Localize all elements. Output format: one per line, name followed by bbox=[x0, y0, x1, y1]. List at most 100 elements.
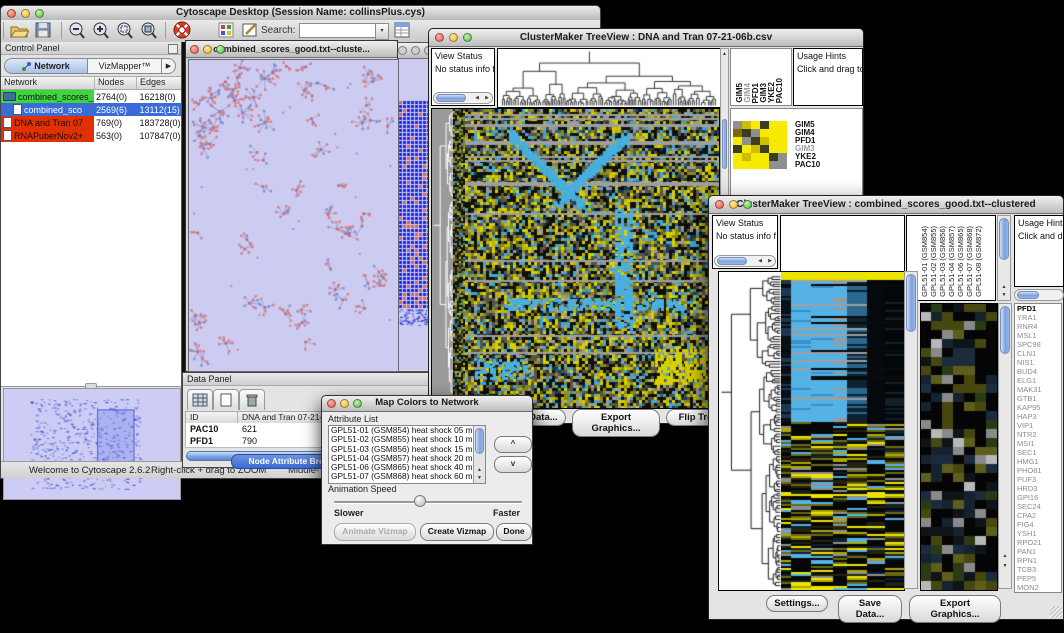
scroll-right-icon[interactable]: ▶ bbox=[765, 256, 775, 266]
gene-label[interactable]: FIG4 bbox=[1017, 520, 1061, 529]
scroll-down-icon[interactable]: ▼ bbox=[474, 474, 485, 482]
heatmap-canvas[interactable] bbox=[465, 108, 720, 409]
resize-grip[interactable] bbox=[1050, 606, 1062, 618]
float-panel-icon[interactable] bbox=[168, 44, 178, 54]
gene-label[interactable]: PUF3 bbox=[1017, 475, 1061, 484]
zoom-selected-icon[interactable] bbox=[115, 21, 137, 40]
heatmap-scrollbar[interactable] bbox=[904, 271, 918, 589]
close-button[interactable] bbox=[435, 33, 444, 42]
gene-label[interactable]: PEP5 bbox=[1017, 574, 1061, 583]
status-scrollbar[interactable]: ◀ ▶ bbox=[714, 255, 776, 267]
open-file-icon[interactable] bbox=[9, 21, 31, 40]
column-label[interactable]: PAC10 bbox=[775, 78, 784, 103]
list-scrollbar[interactable]: ▲ ▼ bbox=[473, 426, 485, 483]
minimize-button[interactable] bbox=[340, 399, 349, 408]
detail-scrollbar[interactable]: ▲ ▼ bbox=[998, 303, 1012, 589]
delete-attribute-icon[interactable] bbox=[239, 389, 265, 410]
zoom-window-button[interactable] bbox=[216, 45, 225, 54]
tab-network[interactable]: Network bbox=[4, 58, 88, 74]
column-label[interactable]: GPL51-08 (GSM872) bbox=[974, 226, 983, 297]
zoom-fit-icon[interactable] bbox=[139, 21, 161, 40]
animation-slider-thumb[interactable] bbox=[414, 495, 426, 507]
gene-label[interactable]: CLN1 bbox=[1017, 349, 1061, 358]
gene-label[interactable]: KAP95 bbox=[1017, 403, 1061, 412]
search-input[interactable] bbox=[299, 23, 377, 38]
close-button[interactable] bbox=[327, 399, 336, 408]
minimize-button[interactable] bbox=[449, 33, 458, 42]
gene-label[interactable]: GTB1 bbox=[1017, 394, 1061, 403]
scroll-thumb[interactable] bbox=[1000, 306, 1010, 354]
row-dendrogram-canvas[interactable] bbox=[431, 108, 455, 409]
row-dendrogram-canvas[interactable] bbox=[718, 271, 783, 591]
column-header[interactable]: Edges bbox=[137, 77, 181, 89]
window-title-bar[interactable] bbox=[394, 43, 431, 59]
network-list-row[interactable]: combined_sco2569(6)13112(15) bbox=[1, 103, 181, 116]
close-button[interactable] bbox=[398, 46, 407, 55]
animation-slider-track[interactable] bbox=[334, 501, 522, 504]
scroll-thumb[interactable] bbox=[436, 94, 466, 102]
scroll-thumb[interactable] bbox=[722, 119, 727, 169]
animate-vizmap-button[interactable]: Animate Vizmap bbox=[334, 523, 416, 541]
done-button[interactable]: Done bbox=[496, 523, 532, 541]
column-label[interactable]: GPL51-02 (GSM855) bbox=[929, 226, 938, 297]
scroll-thumb[interactable] bbox=[717, 257, 747, 265]
gene-label[interactable]: YSH1 bbox=[1017, 529, 1061, 538]
zoom-in-icon[interactable] bbox=[91, 21, 113, 40]
birdseye-overview-canvas[interactable] bbox=[3, 388, 181, 500]
gene-label[interactable]: MAK31 bbox=[1017, 385, 1061, 394]
move-up-button[interactable]: ^ bbox=[494, 436, 532, 453]
scroll-thumb[interactable] bbox=[1017, 291, 1039, 299]
export-graphics-button[interactable]: Export Graphics... bbox=[909, 595, 1001, 623]
window-title-bar[interactable]: combined_scores_good.txt--cluste... bbox=[186, 41, 397, 58]
column-label[interactable]: GPL51-01 (GSM854) bbox=[920, 226, 929, 297]
gene-label[interactable]: BUD4 bbox=[1017, 367, 1061, 376]
network-list-row[interactable]: RNAPuberNov2+563(0)107847(0) bbox=[1, 129, 181, 142]
column-label[interactable]: GPL51-03 (GSM856) bbox=[938, 226, 947, 297]
network-grid-canvas[interactable] bbox=[396, 59, 431, 370]
zoom-window-button[interactable] bbox=[35, 9, 44, 18]
gene-label[interactable]: SEC24 bbox=[1017, 502, 1061, 511]
attribute-list-item[interactable]: GPL51-07 (GSM868) heat shock 60 min bbox=[329, 472, 485, 481]
gene-label[interactable]: HAP3 bbox=[1017, 412, 1061, 421]
gene-label[interactable]: PAN1 bbox=[1017, 547, 1061, 556]
scroll-thumb[interactable] bbox=[906, 274, 916, 332]
column-header[interactable]: Network bbox=[1, 77, 95, 89]
scroll-down-icon[interactable]: ▼ bbox=[999, 562, 1011, 570]
scroll-left-icon[interactable]: ◀ bbox=[755, 256, 765, 266]
gene-label[interactable]: CPA2 bbox=[1017, 511, 1061, 520]
gene-label[interactable]: VIP1 bbox=[1017, 421, 1061, 430]
heatmap-canvas[interactable] bbox=[781, 271, 905, 591]
search-dropdown-icon[interactable]: ▾ bbox=[375, 23, 389, 40]
gene-label[interactable]: HMG1 bbox=[1017, 457, 1061, 466]
scroll-thumb[interactable] bbox=[999, 218, 1009, 260]
scroll-up-icon[interactable]: ▲ bbox=[998, 283, 1010, 291]
scroll-up-icon[interactable]: ▲ bbox=[721, 50, 728, 58]
column-label[interactable]: GPL51-07 (GSM868) bbox=[965, 226, 974, 297]
gene-label[interactable]: PFD1 bbox=[1017, 304, 1061, 313]
hints-scrollbar[interactable] bbox=[1014, 289, 1064, 301]
column-dendrogram-canvas[interactable] bbox=[497, 48, 721, 108]
main-title-bar[interactable]: Cytoscape Desktop (Session Name: collins… bbox=[1, 6, 600, 21]
minimize-button[interactable] bbox=[21, 9, 30, 18]
gene-label[interactable]: SPC98 bbox=[1017, 340, 1061, 349]
help-lifering-icon[interactable] bbox=[172, 21, 194, 40]
gene-label[interactable]: GPI16 bbox=[1017, 493, 1061, 502]
zoom-window-button[interactable] bbox=[353, 399, 362, 408]
column-label[interactable]: GPL51-06 (GSM865) bbox=[956, 226, 965, 297]
gene-label[interactable]: RNR4 bbox=[1017, 322, 1061, 331]
status-scrollbar[interactable]: ◀ ▶ bbox=[433, 92, 493, 104]
gene-label[interactable]: SEC1 bbox=[1017, 448, 1061, 457]
gene-label[interactable]: YRA1 bbox=[1017, 313, 1061, 322]
gene-label[interactable]: TCB3 bbox=[1017, 565, 1061, 574]
close-button[interactable] bbox=[190, 45, 199, 54]
gene-label[interactable]: HRD3 bbox=[1017, 484, 1061, 493]
annotation-icon[interactable] bbox=[241, 21, 263, 40]
zoom-window-button[interactable] bbox=[463, 33, 472, 42]
label-scrollbar[interactable]: ▲ ▼ bbox=[997, 215, 1011, 301]
settings-button[interactable]: Settings... bbox=[766, 595, 828, 612]
attribute-sheet-icon[interactable] bbox=[393, 21, 415, 40]
create-vizmap-button[interactable]: Create Vizmap bbox=[420, 523, 494, 541]
save-data-button[interactable]: Save Data... bbox=[838, 595, 902, 623]
new-attribute-icon[interactable] bbox=[213, 389, 239, 410]
tab-overflow-button[interactable]: ▶ bbox=[162, 58, 176, 74]
